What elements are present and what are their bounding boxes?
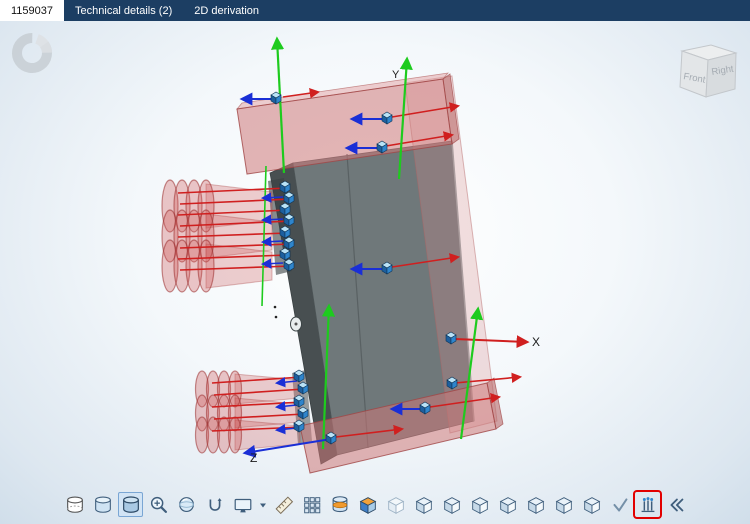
measure-ruler-button[interactable] xyxy=(271,492,296,517)
tube-bundle-lower xyxy=(194,370,301,454)
flip-arrows-icon xyxy=(670,498,683,511)
cube-icon xyxy=(443,496,460,514)
checkmark-view-button[interactable] xyxy=(607,492,632,517)
cylinder-shaded-view-button[interactable] xyxy=(90,492,115,517)
axis-x-label: X xyxy=(532,335,540,349)
viewport-3d[interactable]: X Y Z Front Right xyxy=(0,21,750,524)
toolbar xyxy=(62,492,688,517)
cube-transparent-icon xyxy=(387,496,404,514)
cube-view-5-button[interactable] xyxy=(523,492,548,517)
flip-arrows-button[interactable] xyxy=(663,492,688,517)
cylinder-shaded-edges-view-button[interactable] xyxy=(118,492,143,517)
cube-view-7-button[interactable] xyxy=(579,492,604,517)
tab-technical-details[interactable]: Technical details (2) xyxy=(64,0,183,21)
cylinder-shaded-icon xyxy=(94,495,111,513)
connection-points-icon xyxy=(641,496,654,512)
render-sphere-icon xyxy=(178,496,194,512)
rotate-tool-icon xyxy=(209,497,222,511)
tab-part-number[interactable]: 1159037 xyxy=(0,0,65,21)
cube-view-1-button[interactable] xyxy=(411,492,436,517)
section-cylinder-button[interactable] xyxy=(327,492,352,517)
connection-points-button[interactable] xyxy=(635,492,660,517)
cylinder-shaded-edges-icon xyxy=(122,495,139,513)
fit-to-screen-icon xyxy=(234,498,251,512)
cube-icon xyxy=(583,496,600,514)
rotation-spinner-icon xyxy=(8,29,56,77)
colored-cube-view-button[interactable] xyxy=(355,492,380,517)
render-sphere-button[interactable] xyxy=(174,492,199,517)
checkmark-icon xyxy=(612,497,627,512)
cube-view-4-button[interactable] xyxy=(495,492,520,517)
tab-2d-derivation[interactable]: 2D derivation xyxy=(183,0,270,21)
viewport-3d-scene[interactable]: X Y Z xyxy=(0,21,750,524)
zoom-icon xyxy=(150,496,167,513)
cylinder-wireframe-view-button[interactable] xyxy=(62,492,87,517)
fit-to-screen-dropdown[interactable] xyxy=(258,492,268,517)
axis-z-label: Z xyxy=(250,451,257,465)
chevron-down-icon xyxy=(260,503,266,507)
fit-to-screen-button[interactable] xyxy=(230,492,255,517)
colored-cube-icon xyxy=(359,496,376,514)
view-cube[interactable]: Front Right xyxy=(656,41,744,119)
cylinder-wireframe-icon xyxy=(66,495,83,513)
viewer-window: 1159037 Technical details (2) 2D derivat… xyxy=(0,0,750,524)
cube-transparent-view-button[interactable] xyxy=(383,492,408,517)
zoom-button[interactable] xyxy=(146,492,171,517)
cube-view-6-button[interactable] xyxy=(551,492,576,517)
cube-icon xyxy=(527,496,544,514)
cube-view-2-button[interactable] xyxy=(439,492,464,517)
cube-icon xyxy=(555,496,572,514)
cube-icon xyxy=(471,496,488,514)
cube-icon xyxy=(415,496,432,514)
section-cylinder-icon xyxy=(332,495,347,512)
cube-icon xyxy=(499,496,516,514)
cube-view-3-button[interactable] xyxy=(467,492,492,517)
grid-icon xyxy=(303,496,320,513)
measure-ruler-icon xyxy=(275,496,293,514)
rotate-tool-button[interactable] xyxy=(202,492,227,517)
grid-button[interactable] xyxy=(299,492,324,517)
axis-y-label: Y xyxy=(392,69,400,81)
tab-bar: 1159037 Technical details (2) 2D derivat… xyxy=(0,0,750,21)
